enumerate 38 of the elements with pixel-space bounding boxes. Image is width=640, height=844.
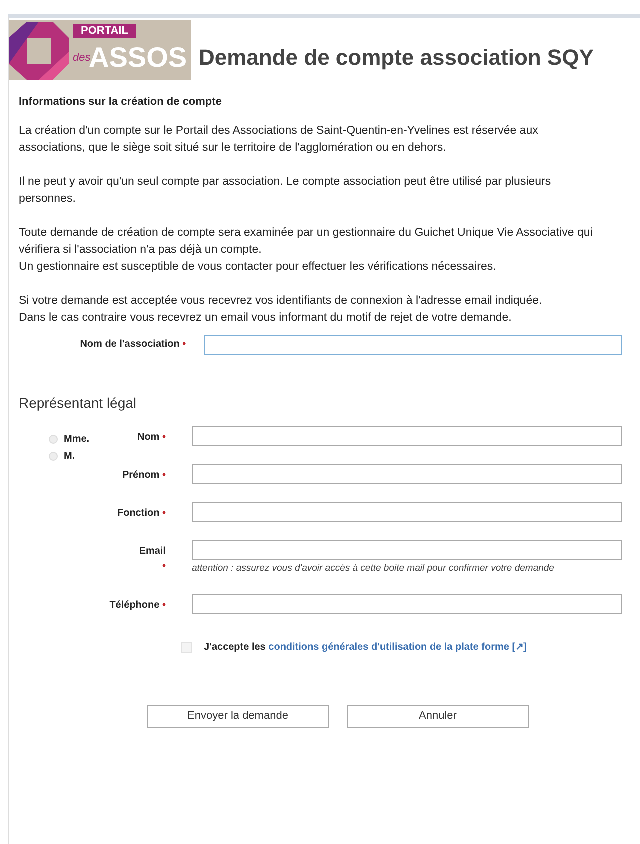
terms-label: J'accepte les [204,642,266,653]
required-mark: • [162,600,166,611]
field-note: attention : assurez vous d'avoir accès à cette boite mail pour confirmer votre demande [192,562,556,576]
info-paragraph: La création d'un compte sur le Portail des Associations de Saint-Quentin-en-Yvelines est réservée aux associations, que le siège soit situé sur le territoire de l'agglomération ou en dehors. [19,124,540,156]
field-label: Nom [137,432,160,442]
text-field[interactable] [192,464,622,484]
terms-checkbox[interactable] [181,642,192,653]
text-field[interactable] [192,594,622,614]
section-heading: Informations sur la création de compte [19,95,223,110]
form-button[interactable]: Annuler [347,704,529,728]
info-paragraph: Si votre demande est acceptée vous recevrez vos identifiants de connexion à l'adresse email indiquée. Dans le cas contraire vous recevrez un email vous informant du motif de rejet de votre demande. [19,294,544,326]
text-field[interactable] [192,540,622,560]
info-paragraph: Toute demande de création de compte sera examinée par un gestionnaire du Guichet Unique Vie Associative qui vérifiera si l'association n'a pas déjà un compte. Un gestionnaire est susceptible de vous contacter pour effectuer les vérifications nécessaires. [19,226,594,274]
logo-text: PORTAIL [73,24,136,38]
terms-link[interactable]: conditions générales d'utilisation de la plate forme [↗] [268,642,527,653]
logo-text: des [73,52,91,64]
text-field[interactable] [192,426,622,446]
logo-text: ASSOS [89,41,188,75]
section-title: Représentant légal [19,394,138,413]
association-name-field[interactable] [204,334,622,354]
form-button[interactable]: Envoyer la demande [147,704,329,728]
field-label: Email [139,546,166,556]
required-mark: • [162,508,166,518]
radio-label: Mme. [64,432,90,446]
info-paragraph: Il ne peut y avoir qu'un seul compte par association. Le compte association peut être utilisé par plusieurs personnes. [19,174,552,206]
required-mark: • [162,432,166,442]
field-label: Nom de l'association [80,339,180,350]
text-field[interactable] [192,502,622,522]
field-label: Téléphone [110,600,160,611]
field-label: Prénom [122,470,160,480]
required-mark: • [162,470,166,480]
radio-button[interactable] [49,452,58,460]
radio-label: M. [64,450,76,464]
required-mark: • [182,339,186,350]
required-mark: • [162,560,166,572]
radio-button[interactable] [49,434,58,444]
field-label: Fonction [117,508,160,518]
page-title: Demande de compte association SQY [199,44,594,72]
